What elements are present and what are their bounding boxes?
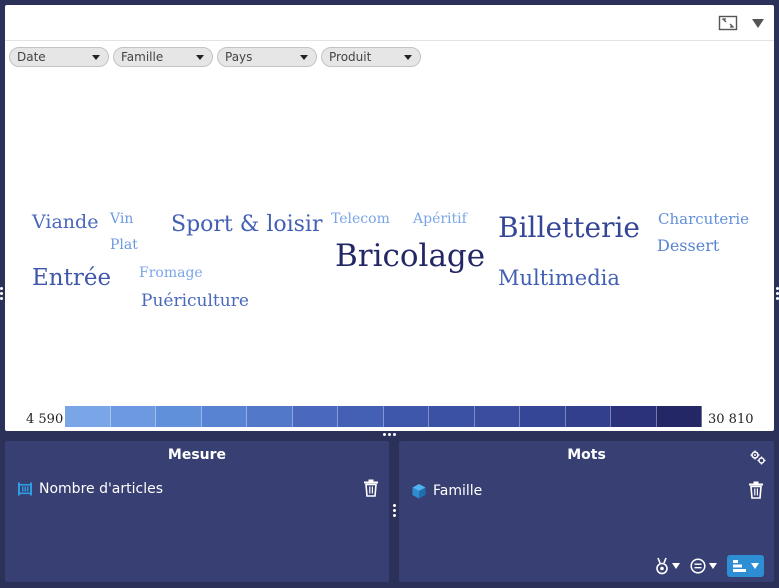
- word-cloud-widget: Date Famille Pays Produit Viande Vin Pla…: [5, 5, 774, 431]
- legend-min-label: 4 590: [26, 412, 64, 427]
- color-legend: 4 590 30 810: [5, 405, 774, 429]
- legend-color-cell: [611, 406, 657, 427]
- word-viande[interactable]: Viande: [32, 213, 98, 232]
- medal-icon: [656, 557, 668, 575]
- word-puericulture[interactable]: Puériculture: [141, 293, 249, 310]
- measure-field-label: Nombre d'articles: [39, 481, 164, 497]
- words-panel-title: Mots: [567, 447, 606, 463]
- legend-color-cell: [474, 406, 520, 427]
- list-circle-icon: [690, 558, 706, 574]
- word-telecom[interactable]: Telecom: [331, 212, 390, 226]
- left-resize-handle[interactable]: [0, 287, 3, 300]
- word-bricolage[interactable]: Bricolage: [335, 241, 485, 272]
- word-fromage[interactable]: Fromage: [139, 266, 203, 280]
- ruler-icon: [18, 482, 32, 496]
- legend-color-cell: [565, 406, 611, 427]
- sort-bars-button[interactable]: [727, 555, 764, 577]
- legend-color-cell: [110, 406, 156, 427]
- ranking-option[interactable]: [655, 557, 680, 575]
- word-charcuterie[interactable]: Charcuterie: [658, 212, 749, 227]
- cube-icon: [412, 484, 426, 499]
- legend-color-cell: [656, 406, 702, 427]
- word-aperitif[interactable]: Apéritif: [413, 212, 467, 226]
- word-cloud: Viande Vin Plat Sport & loisir Telecom A…: [5, 5, 774, 431]
- legend-color-cell: [520, 406, 566, 427]
- legend-color-cell: [338, 406, 384, 427]
- legend-color-cell: [383, 406, 429, 427]
- word-vin[interactable]: Vin: [110, 212, 133, 226]
- words-panel: Mots Famille: [399, 441, 774, 582]
- settings-gears-icon[interactable]: [750, 449, 766, 465]
- word-multimedia[interactable]: Multimedia: [498, 268, 620, 289]
- legend-color-cell: [65, 406, 111, 427]
- filter-option[interactable]: [690, 558, 717, 574]
- legend-max-label: 30 810: [708, 412, 754, 427]
- trash-icon[interactable]: [363, 479, 379, 497]
- word-sport-loisir[interactable]: Sport & loisir: [171, 214, 323, 236]
- words-panel-options: [655, 555, 764, 577]
- word-dessert[interactable]: Dessert: [657, 238, 719, 254]
- chevron-down-icon: [672, 563, 680, 569]
- word-billetterie[interactable]: Billetterie: [498, 214, 640, 242]
- chevron-down-icon: [709, 563, 717, 569]
- vertical-resize-handle[interactable]: [393, 504, 396, 517]
- legend-color-cell: [156, 406, 202, 427]
- measure-field[interactable]: Nombre d'articles: [17, 479, 163, 499]
- measure-panel-title: Mesure: [167, 447, 227, 463]
- legend-color-cell: [292, 406, 338, 427]
- legend-color-cell: [247, 406, 293, 427]
- word-entree[interactable]: Entrée: [32, 267, 111, 290]
- measure-panel: Mesure Nombre d'articles: [5, 441, 389, 582]
- trash-icon[interactable]: [748, 481, 764, 499]
- bar-sort-icon: [733, 560, 746, 572]
- horizontal-resize-handle[interactable]: [383, 433, 396, 436]
- legend-color-cell: [429, 406, 475, 427]
- legend-color-cell: [201, 406, 247, 427]
- legend-gradient-bar: [65, 406, 702, 427]
- word-plat[interactable]: Plat: [110, 238, 138, 252]
- words-field-label: Famille: [433, 483, 483, 499]
- chevron-down-icon: [751, 563, 759, 569]
- words-field[interactable]: Famille: [411, 481, 482, 501]
